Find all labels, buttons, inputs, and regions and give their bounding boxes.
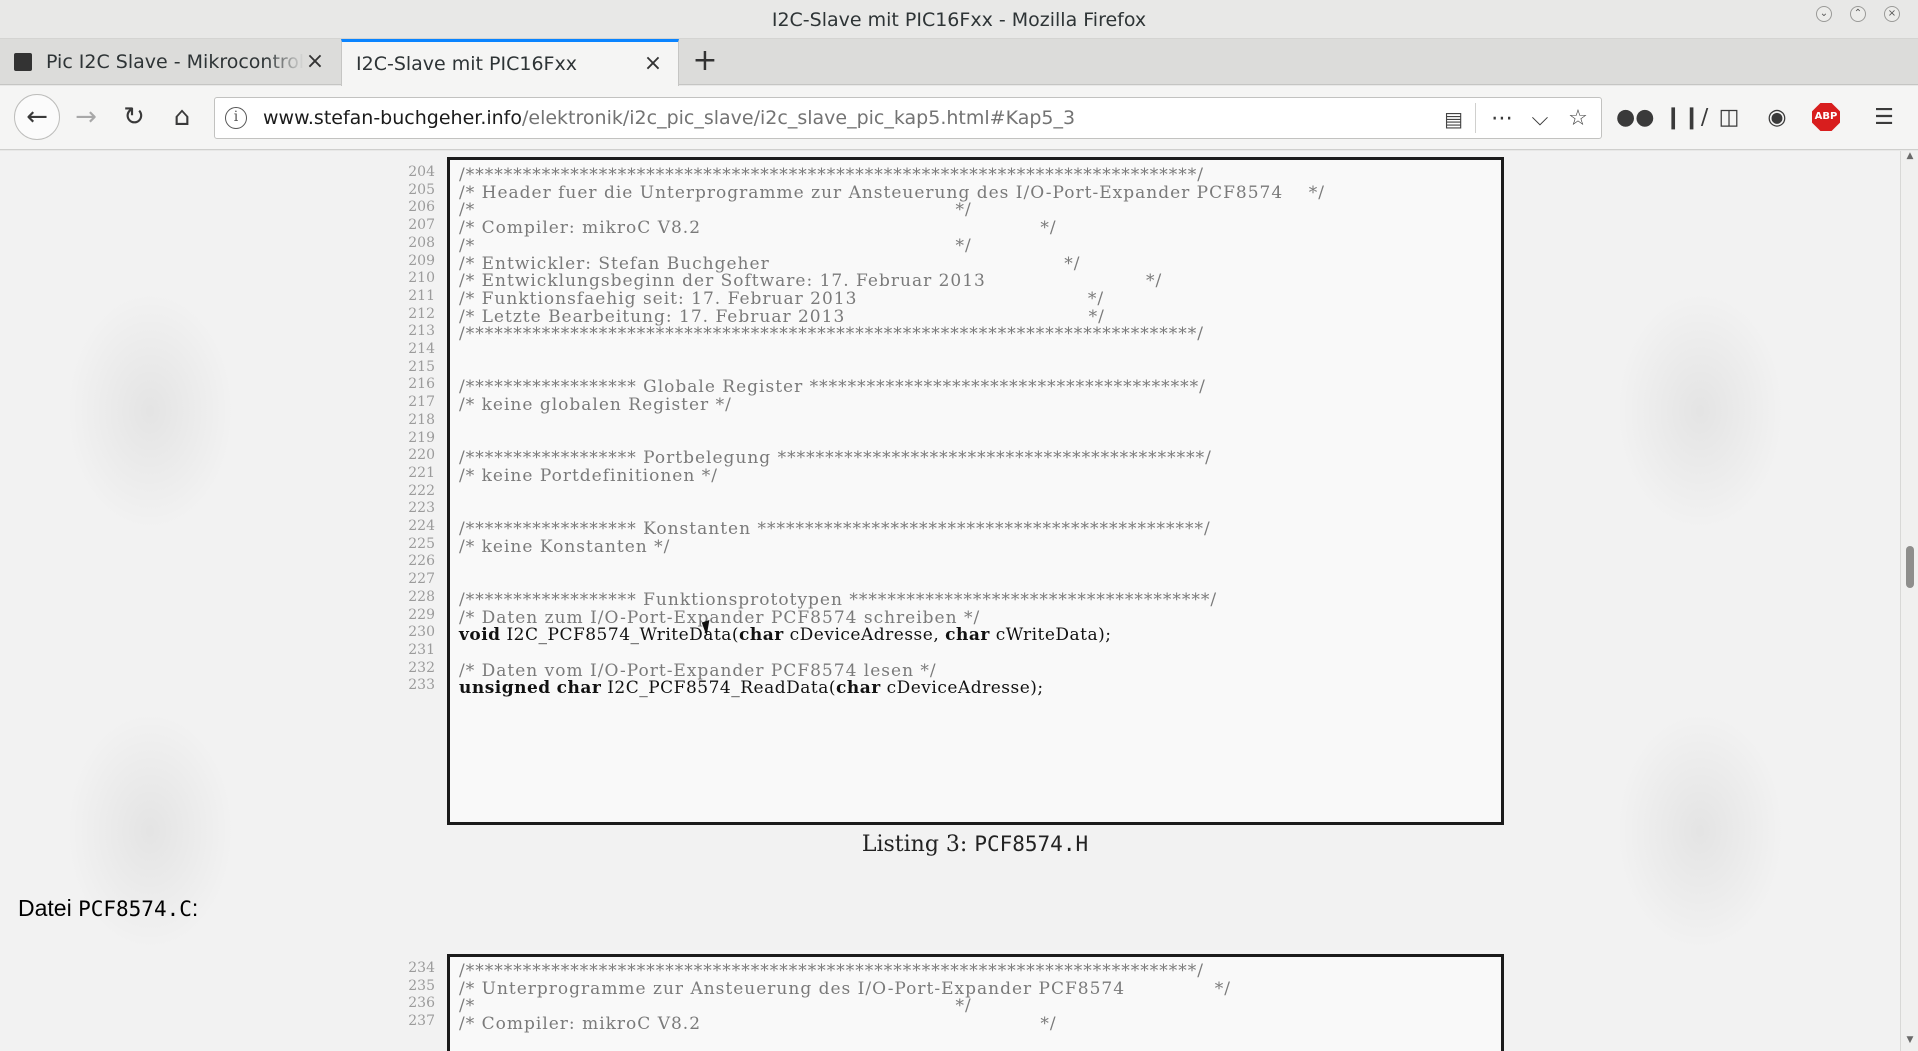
line-number: 229: [408, 606, 435, 623]
line-number: 226: [408, 553, 435, 570]
code-line: unsigned char I2C_PCF8574_ReadData(char …: [450, 678, 1501, 699]
line-number: 224: [408, 518, 435, 534]
sidebar-icon[interactable]: ◫: [1712, 101, 1746, 135]
url-bar-divider: [1475, 103, 1476, 133]
code-listing-pcf8574-c: /***************************************…: [447, 954, 1504, 1051]
line-number: 213: [408, 323, 435, 340]
scroll-down-arrow-icon[interactable]: ▼: [1905, 1035, 1915, 1045]
line-number: 211: [408, 287, 435, 304]
line-number: 228: [408, 588, 435, 605]
code-line: /* Compiler: mikroC V8.2 */: [450, 1014, 1501, 1035]
minimize-icon[interactable]: ⌄: [1816, 6, 1832, 22]
line-number: 214: [408, 341, 435, 357]
file-heading-suffix: :: [191, 895, 199, 921]
tab-i2c-slave-pic16fxx[interactable]: I2C-Slave mit PIC16Fxx ×: [341, 39, 679, 86]
line-number: 216: [408, 376, 435, 393]
line-number: 205: [408, 181, 435, 198]
line-number: 217: [408, 394, 435, 411]
new-tab-plus-icon[interactable]: +: [690, 45, 720, 79]
url-bar[interactable]: i www.stefan-buchgeher.info/elektronik/i…: [214, 97, 1602, 139]
home-icon[interactable]: ⌂: [162, 97, 202, 137]
line-number: 207: [408, 217, 435, 234]
code-comment: /* Compiler: mikroC V8.2 */: [459, 1014, 1057, 1035]
line-number: 227: [408, 571, 435, 588]
line-number: 208: [408, 234, 435, 251]
line-number: 230: [408, 624, 435, 641]
more-dots-icon[interactable]: ⋯: [1487, 104, 1517, 134]
url-host: www.stefan-buchgeher.info: [263, 107, 522, 129]
line-number: 233: [408, 677, 435, 694]
back-arrow-icon[interactable]: ←: [14, 94, 60, 140]
line-number: 222: [408, 482, 435, 499]
line-number: 206: [408, 199, 435, 216]
file-heading-name: PCF8574.C: [78, 897, 192, 921]
close-window-icon[interactable]: ×: [1884, 6, 1900, 22]
line-number: 218: [408, 411, 435, 428]
tab-close-icon[interactable]: ×: [304, 51, 326, 73]
maximize-icon[interactable]: ⌃: [1850, 6, 1866, 22]
reader-view-icon[interactable]: ▤: [1444, 107, 1463, 131]
line-number: 221: [408, 464, 435, 481]
tab-pic-i2c-slave[interactable]: Pic I2C Slave - Mikrocontroller ×: [0, 39, 340, 85]
code-statement: unsigned char I2C_PCF8574_ReadData(char …: [459, 678, 1044, 699]
hamburger-menu-icon[interactable]: ☰: [1867, 101, 1901, 135]
reload-icon[interactable]: ↻: [114, 97, 154, 137]
code-listing-pcf8574-h: /***************************************…: [447, 157, 1504, 825]
site-favicon-icon: [14, 53, 32, 71]
listing-caption: Listing 3: PCF8574.H: [0, 832, 1900, 857]
caption-prefix: Listing 3:: [861, 832, 975, 857]
line-number: 209: [408, 252, 435, 269]
line-number: 204: [408, 164, 435, 180]
line-number: 236: [408, 995, 435, 1012]
vertical-scrollbar[interactable]: ▲ ▼: [1900, 151, 1918, 1051]
url-text[interactable]: www.stefan-buchgeher.info/elektronik/i2c…: [263, 107, 1075, 129]
pocket-icon[interactable]: ⌵: [1525, 104, 1555, 134]
line-number: 212: [408, 305, 435, 322]
line-number: 232: [408, 659, 435, 676]
line-number: 225: [408, 535, 435, 552]
library-icon[interactable]: ❙❙∕: [1664, 101, 1708, 135]
scroll-up-arrow-icon[interactable]: ▲: [1905, 151, 1915, 161]
url-path: /elektronik/i2c_pic_slave/i2c_slave_pic_…: [522, 107, 1076, 129]
tab-label: I2C-Slave mit PIC16Fxx: [356, 53, 577, 75]
navigation-toolbar: ← → ↻ ⌂ i www.stefan-buchgeher.info/elek…: [0, 86, 1918, 150]
forward-arrow-icon[interactable]: →: [66, 97, 106, 137]
line-number: 234: [408, 960, 435, 976]
star-icon[interactable]: ☆: [1563, 104, 1593, 134]
window-title: I2C-Slave mit PIC16Fxx - Mozilla Firefox: [771, 9, 1147, 31]
tab-label: Pic I2C Slave - Mikrocontroller: [46, 51, 304, 73]
line-number: 223: [408, 500, 435, 517]
info-icon[interactable]: i: [225, 107, 247, 129]
caption-file: PCF8574.H: [974, 832, 1089, 856]
tab-close-icon[interactable]: ×: [642, 53, 664, 75]
line-number: 231: [408, 641, 435, 658]
extension-icon[interactable]: ◉: [1760, 101, 1794, 135]
tab-bar: Pic I2C Slave - Mikrocontroller × I2C-Sl…: [0, 39, 1918, 86]
line-number: 220: [408, 447, 435, 464]
line-number: 235: [408, 977, 435, 994]
line-number: 237: [408, 1013, 435, 1030]
page-content: /***************************************…: [0, 151, 1900, 1051]
mask-icon[interactable]: ●●: [1616, 101, 1654, 135]
scrollbar-thumb[interactable]: [1906, 546, 1914, 588]
file-heading: Datei PCF8574.C:: [18, 895, 198, 922]
line-number: 210: [408, 270, 435, 287]
window-titlebar: I2C-Slave mit PIC16Fxx - Mozilla Firefox…: [0, 0, 1918, 39]
line-number: 219: [408, 429, 435, 446]
line-number: 215: [408, 358, 435, 375]
file-heading-prefix: Datei: [18, 895, 79, 921]
